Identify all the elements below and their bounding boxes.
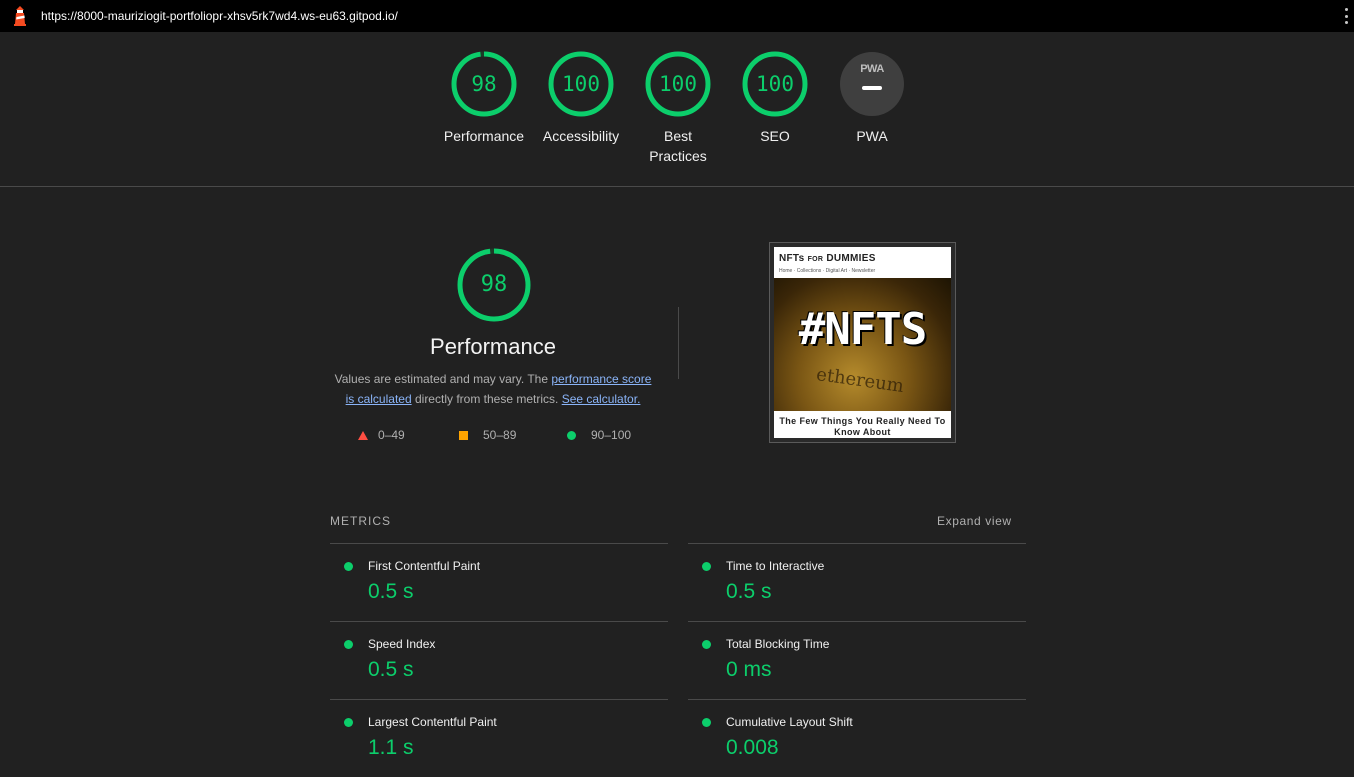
metric-value: 0.008 [726, 736, 779, 759]
metric-name: First Contentful Paint [368, 559, 481, 573]
more-options-button[interactable] [1341, 8, 1351, 24]
screenshot-frame: NFTs FOR DUMMIES Home · Collections · Di… [774, 247, 951, 438]
square-icon [459, 430, 468, 440]
metric-value: 0.5 s [368, 580, 414, 603]
pass-circle-icon [702, 562, 711, 571]
legend-pass: 90–100 [567, 428, 631, 442]
gauge-seo[interactable]: 100 SEO [725, 51, 825, 146]
metric-time-to-interactive: Time to Interactive 0.5 s [688, 543, 1026, 621]
metric-first-contentful-paint: First Contentful Paint 0.5 s [330, 543, 668, 621]
score-value: 98 [471, 72, 497, 96]
legend-label: 90–100 [591, 428, 632, 442]
see-calculator-link[interactable]: See calculator. [562, 392, 641, 406]
gauge-label: Accessibility [542, 128, 620, 144]
legend-label: 50–89 [483, 428, 517, 442]
metric-name: Cumulative Layout Shift [726, 715, 853, 729]
metric-speed-index: Speed Index 0.5 s [330, 621, 668, 699]
gauge-best-practices[interactable]: 100 Best Practices [628, 51, 728, 166]
hero-text: #NFTS [798, 304, 927, 355]
metric-value: 0 ms [726, 658, 772, 681]
triangle-icon [358, 430, 368, 440]
report-url: https://8000-mauriziogit-portfoliopr-xhs… [41, 9, 398, 23]
pass-circle-icon [344, 562, 353, 571]
score-value: 100 [562, 72, 600, 96]
gauge-label: Best Practices [649, 128, 707, 164]
metrics-heading: METRICS [330, 514, 391, 528]
pass-circle-icon [702, 640, 711, 649]
description-text: directly from these metrics. [411, 392, 562, 406]
metric-value: 1.1 s [368, 736, 414, 759]
metric-name: Time to Interactive [726, 559, 825, 573]
gauge-label: SEO [760, 128, 790, 144]
dot-icon [1344, 21, 1348, 24]
top-bar: https://8000-mauriziogit-portfoliopr-xhs… [0, 0, 1354, 32]
dash-icon [862, 86, 882, 90]
metric-value: 0.5 s [368, 658, 414, 681]
score-gauges-header: 98 Performance 100 Accessibility 100 Bes… [0, 32, 1354, 187]
metric-cumulative-layout-shift: Cumulative Layout Shift 0.008 [688, 699, 1026, 777]
metric-largest-contentful-paint: Largest Contentful Paint 1.1 s [330, 699, 668, 777]
dot-icon [1344, 14, 1348, 18]
expand-view-toggle[interactable]: Expand view [937, 514, 1012, 528]
hero-caption: The Few Things You Really Need To Know A… [779, 416, 946, 437]
score-value: 98 [480, 272, 508, 297]
gauge-label: Performance [443, 128, 525, 144]
description-text: Values are estimated and may vary. The [334, 372, 552, 386]
metric-name: Largest Contentful Paint [368, 715, 497, 729]
gauge-label: PWA [856, 128, 888, 144]
legend-fail: 0–49 [358, 428, 405, 442]
performance-description: Values are estimated and may vary. The p… [330, 369, 656, 409]
pwa-badge-text: PWA [860, 63, 884, 75]
pass-circle-icon [702, 718, 711, 727]
gauge-pwa[interactable]: PWA PWA [822, 51, 922, 146]
pass-circle-icon [344, 640, 353, 649]
score-ring: 100 [645, 51, 711, 117]
performance-score-gauge: 98 [457, 248, 531, 322]
score-ring: 100 [548, 51, 614, 117]
lighthouse-icon [14, 6, 26, 26]
site-title: NFTs FOR DUMMIES [779, 253, 876, 264]
hero-subtext: ethereum [814, 363, 906, 398]
site-nav: Home · Collections · Digital Art · Newsl… [779, 268, 876, 274]
metric-name: Speed Index [368, 637, 436, 651]
performance-title: Performance [430, 334, 556, 359]
legend-average: 50–89 [459, 428, 516, 442]
vertical-divider [678, 307, 679, 379]
score-value: 100 [659, 72, 697, 96]
metric-value: 0.5 s [726, 580, 772, 603]
pwa-badge-icon: PWA [840, 52, 904, 116]
final-screenshot-thumbnail[interactable]: NFTs FOR DUMMIES Home · Collections · Di… [769, 242, 956, 443]
gauge-performance[interactable]: 98 Performance [434, 51, 534, 146]
gauge-accessibility[interactable]: 100 Accessibility [531, 51, 631, 146]
hero-image: #NFTS ethereum [774, 278, 951, 411]
circle-icon [567, 430, 576, 440]
score-value: 100 [756, 72, 794, 96]
legend-label: 0–49 [378, 428, 405, 442]
pass-circle-icon [344, 718, 353, 727]
metric-name: Total Blocking Time [726, 637, 830, 651]
score-ring: 98 [451, 51, 517, 117]
metric-total-blocking-time: Total Blocking Time 0 ms [688, 621, 1026, 699]
score-ring: 100 [742, 51, 808, 117]
dot-icon [1344, 8, 1348, 11]
